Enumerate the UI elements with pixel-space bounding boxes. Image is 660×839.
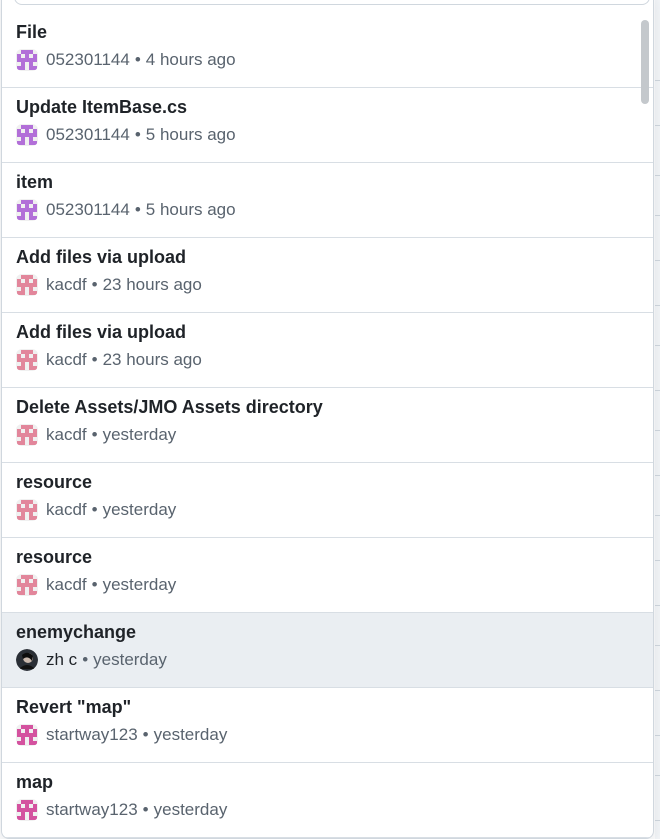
separator-dot: •	[91, 425, 98, 444]
commit-row[interactable]: Delete Assets/JMO Assets directory kacdf •…	[2, 388, 653, 463]
photo-avatar-icon[interactable]	[16, 649, 38, 671]
scrollbar-thumb[interactable]	[641, 20, 649, 104]
purple-identicon-icon[interactable]	[16, 49, 38, 71]
magenta-identicon-icon[interactable]	[16, 724, 38, 746]
commit-author[interactable]: 052301144	[46, 200, 130, 220]
commit-author[interactable]: startway123	[46, 800, 138, 820]
commit-time: 5 hours ago	[145, 200, 236, 219]
commit-row[interactable]: enemychange zh c • yesterday	[2, 613, 653, 688]
commit-author[interactable]: startway123	[46, 725, 138, 745]
commit-title: map	[16, 772, 54, 792]
commit-title: resource	[16, 547, 93, 567]
separator-dot: •	[91, 500, 98, 519]
commit-author[interactable]: kacdf	[46, 500, 87, 520]
pink-identicon-icon[interactable]	[16, 349, 38, 371]
commit-meta: kacdf • 23 hours ago	[16, 274, 640, 296]
purple-identicon-icon[interactable]	[16, 199, 38, 221]
commit-row[interactable]: Add files via upload kacdf • 23 hours ago	[2, 238, 653, 313]
commit-meta: zh c • yesterday	[16, 649, 640, 671]
pink-identicon-icon[interactable]	[16, 274, 38, 296]
commit-title: Delete Assets/JMO Assets directory	[16, 397, 323, 417]
commit-meta: kacdf • yesterday	[16, 424, 640, 446]
commit-row[interactable]: Revert "map" startway123 • yesterday	[2, 688, 653, 763]
commit-title: Update ItemBase.cs	[16, 97, 188, 117]
commit-row[interactable]: File 052301144 • 4 hours ago	[2, 13, 653, 88]
commit-author[interactable]: kacdf	[46, 575, 87, 595]
commit-author[interactable]: kacdf	[46, 275, 87, 295]
commit-title: Add files via upload	[16, 247, 187, 267]
commit-title: Revert "map"	[16, 697, 132, 717]
commit-time: yesterday	[102, 575, 177, 594]
commit-row[interactable]: Update ItemBase.cs 052301144 • 5 hours ago	[2, 88, 653, 163]
separator-dot: •	[142, 725, 149, 744]
commit-author[interactable]: zh c	[46, 650, 77, 670]
commit-title: item	[16, 172, 54, 192]
commit-time: 5 hours ago	[145, 125, 236, 144]
commit-row[interactable]: item 052301144 • 5 hours ago	[2, 163, 653, 238]
commit-time: yesterday	[153, 725, 228, 744]
commit-time: yesterday	[93, 650, 167, 669]
commit-meta: 052301144 • 5 hours ago	[16, 199, 640, 221]
commit-meta: startway123 • yesterday	[16, 724, 640, 746]
commit-meta: startway123 • yesterday	[16, 799, 640, 821]
pink-identicon-icon[interactable]	[16, 574, 38, 596]
purple-identicon-icon[interactable]	[16, 124, 38, 146]
commit-title: resource	[16, 472, 93, 492]
filter-input-edge[interactable]	[14, 0, 650, 5]
commit-list: File 052301144 • 4 hours ago Update ItemBase…	[2, 13, 653, 838]
commit-row[interactable]: Add files via upload kacdf • 23 hours ago	[2, 313, 653, 388]
separator-dot: •	[134, 200, 141, 219]
commit-title: File	[16, 22, 48, 42]
commit-author[interactable]: kacdf	[46, 350, 87, 370]
commit-time: yesterday	[102, 500, 177, 519]
commit-meta: kacdf • yesterday	[16, 574, 640, 596]
pink-identicon-icon[interactable]	[16, 424, 38, 446]
pink-identicon-icon[interactable]	[16, 499, 38, 521]
commit-meta: kacdf • yesterday	[16, 499, 640, 521]
commit-title: Add files via upload	[16, 322, 187, 342]
magenta-identicon-icon[interactable]	[16, 799, 38, 821]
commit-time: 4 hours ago	[145, 50, 236, 69]
commit-title: enemychange	[16, 622, 137, 642]
separator-dot: •	[91, 350, 98, 369]
separator-dot: •	[82, 650, 89, 669]
background-page-strip	[655, 0, 660, 839]
separator-dot: •	[91, 575, 98, 594]
commit-row[interactable]: resource kacdf • yesterday	[2, 538, 653, 613]
commit-author[interactable]: kacdf	[46, 425, 87, 445]
commit-time: yesterday	[102, 425, 177, 444]
commit-time: 23 hours ago	[102, 350, 202, 369]
separator-dot: •	[91, 275, 98, 294]
commit-meta: 052301144 • 4 hours ago	[16, 49, 640, 71]
commit-time: 23 hours ago	[102, 275, 202, 294]
separator-dot: •	[134, 125, 141, 144]
separator-dot: •	[142, 800, 149, 819]
commit-meta: 052301144 • 5 hours ago	[16, 124, 640, 146]
commit-meta: kacdf • 23 hours ago	[16, 349, 640, 371]
commit-row[interactable]: map startway123 • yesterday	[2, 763, 653, 838]
commit-row[interactable]: resource kacdf • yesterday	[2, 463, 653, 538]
commit-time: yesterday	[153, 800, 228, 819]
separator-dot: •	[134, 50, 141, 69]
commit-history-dropdown: File 052301144 • 4 hours ago Update ItemBase…	[1, 0, 654, 839]
commit-author[interactable]: 052301144	[46, 125, 130, 145]
commit-author[interactable]: 052301144	[46, 50, 130, 70]
